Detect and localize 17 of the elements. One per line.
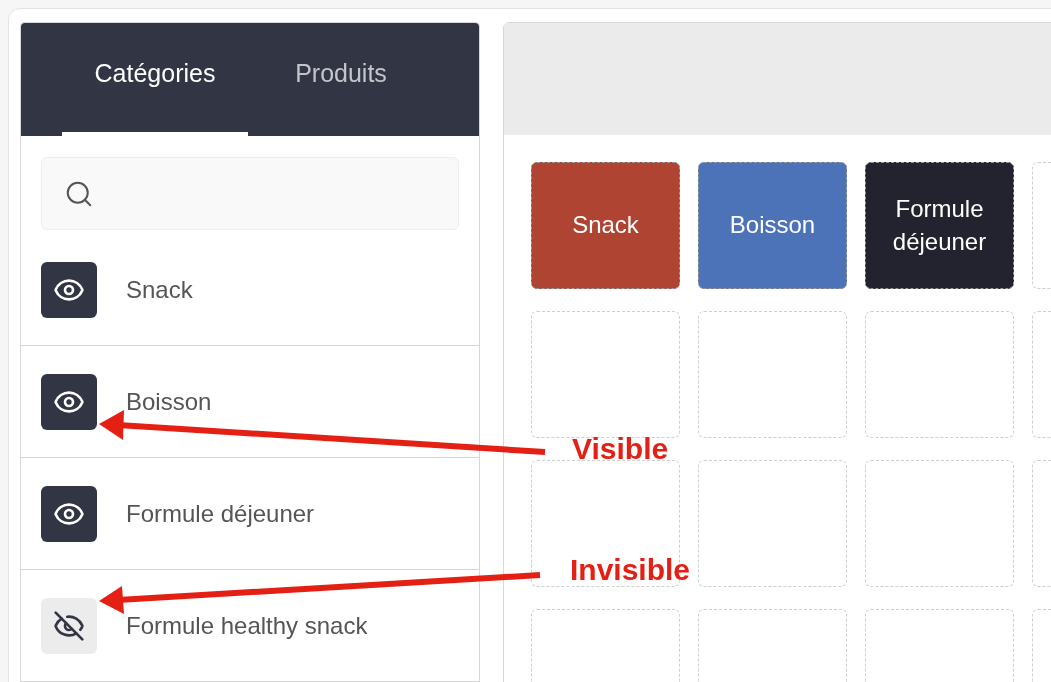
category-name: Boisson bbox=[126, 387, 212, 416]
search-field[interactable] bbox=[41, 157, 459, 230]
category-tile[interactable]: Formule déjeuner bbox=[865, 162, 1014, 289]
annotation-label: Visible bbox=[572, 432, 669, 466]
annotation-label: Invisible bbox=[570, 553, 691, 587]
category-tile[interactable]: Snack bbox=[531, 162, 680, 289]
visibility-toggle[interactable] bbox=[41, 485, 97, 542]
visibility-toggle[interactable] bbox=[41, 261, 97, 318]
visibility-toggle[interactable] bbox=[41, 597, 97, 654]
category-name: Formule healthy snack bbox=[126, 611, 368, 640]
category-name: Snack bbox=[126, 275, 193, 304]
visibility-toggle[interactable] bbox=[41, 373, 97, 430]
category-tile[interactable]: Boisson bbox=[698, 162, 847, 289]
tab[interactable]: Catégories bbox=[62, 23, 248, 136]
tab[interactable]: Produits bbox=[248, 23, 434, 136]
category-name: Formule déjeuner bbox=[126, 499, 315, 528]
crossed-eye-icon bbox=[53, 609, 85, 642]
